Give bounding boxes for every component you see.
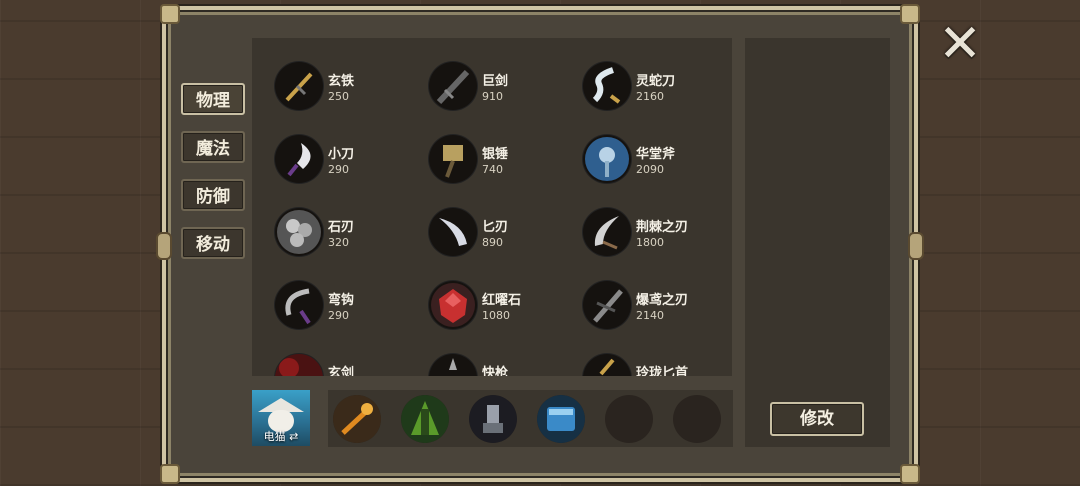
frame-corner	[160, 464, 180, 484]
close-button[interactable]: ✕	[936, 18, 984, 70]
frame-corner	[900, 464, 920, 484]
item-cost: 290	[328, 163, 349, 176]
hook-icon	[275, 281, 323, 329]
hero-avatar[interactable]: 电猫 ⇄	[252, 390, 310, 446]
empty-slot[interactable]	[605, 395, 653, 443]
item-cost: 1800	[636, 236, 664, 249]
item-name: 玄剑	[328, 366, 355, 376]
item-name: 华堂斧	[636, 147, 676, 162]
item-card[interactable]: 小刀 290	[252, 135, 402, 187]
item-name: 巨剑	[482, 74, 509, 89]
item-card[interactable]: 红曜石 1080	[406, 281, 556, 333]
frame-knob	[156, 232, 172, 260]
item-name: 银锤	[482, 147, 509, 162]
black-dagger-icon	[275, 62, 323, 110]
frame-corner	[900, 4, 920, 24]
item-cost: 2140	[636, 309, 664, 322]
tab-defense[interactable]: 防御	[181, 179, 245, 211]
tab-magic[interactable]: 魔法	[181, 131, 245, 163]
item-card[interactable]: 荆棘之刃 1800	[560, 208, 710, 260]
item-card[interactable]: 灵蛇刀 2160	[560, 62, 710, 114]
item-name: 红曜石	[482, 293, 522, 308]
steel-boots-icon[interactable]	[469, 395, 517, 443]
hero-name: 电猫 ⇄	[263, 430, 299, 443]
item-list[interactable]: 玄铁 250 巨剑 910 灵蛇刀 2160 小刀 290 银锤 740 华堂斧	[252, 38, 732, 376]
quick-spear-icon	[429, 354, 477, 376]
small-knife-icon	[275, 135, 323, 183]
stone-blade-icon	[275, 208, 323, 256]
item-cost: 320	[328, 236, 349, 249]
item-card[interactable]: 玄铁 250	[252, 62, 402, 114]
item-name: 荆棘之刃	[636, 220, 689, 235]
item-name: 石刃	[328, 220, 355, 235]
item-detail-panel	[745, 38, 890, 447]
item-cost: 910	[482, 90, 503, 103]
item-name: 玲珑匕首	[636, 366, 689, 376]
item-cost: 890	[482, 236, 503, 249]
item-cost: 1080	[482, 309, 510, 322]
item-card[interactable]: 玄剑	[252, 354, 402, 376]
green-cloak-icon[interactable]	[401, 395, 449, 443]
ornate-axe-icon	[583, 135, 631, 183]
thorn-blade-icon	[583, 208, 631, 256]
item-card[interactable]: 石刃 320	[252, 208, 402, 260]
item-card[interactable]: 匕刃 890	[406, 208, 556, 260]
item-cost: 2090	[636, 163, 664, 176]
item-name: 玄铁	[328, 74, 355, 89]
greatsword-icon	[429, 62, 477, 110]
item-card[interactable]: 玲珑匕首	[560, 354, 710, 376]
item-card[interactable]: 爆鸢之刃 2140	[560, 281, 710, 333]
item-name: 小刀	[328, 147, 355, 162]
dark-sword-icon	[275, 354, 323, 376]
frame-corner	[160, 4, 180, 24]
item-cost: 2160	[636, 90, 664, 103]
item-name: 快枪	[482, 366, 509, 376]
item-card[interactable]: 巨剑 910	[406, 62, 556, 114]
item-cost: 740	[482, 163, 503, 176]
serpent-blade-icon	[583, 62, 631, 110]
frame-knob	[908, 232, 924, 260]
item-card[interactable]: 银锤 740	[406, 135, 556, 187]
edit-button[interactable]: 修改	[770, 402, 864, 436]
tab-movement[interactable]: 移动	[181, 227, 245, 259]
fire-blade-icon[interactable]	[333, 395, 381, 443]
silver-hammer-icon	[429, 135, 477, 183]
item-card[interactable]: 弯钩 290	[252, 281, 402, 333]
item-card[interactable]: 快枪	[406, 354, 556, 376]
burst-blade-icon	[583, 281, 631, 329]
exquisite-dagger-icon	[583, 354, 631, 376]
curved-dagger-icon	[429, 208, 477, 256]
empty-slot[interactable]	[673, 395, 721, 443]
item-card[interactable]: 华堂斧 2090	[560, 135, 710, 187]
red-gem-icon	[429, 281, 477, 329]
item-cost: 250	[328, 90, 349, 103]
equipment-bar	[328, 390, 733, 447]
item-name: 爆鸢之刃	[636, 293, 689, 308]
item-cost: 290	[328, 309, 349, 322]
item-name: 弯钩	[328, 293, 355, 308]
item-name: 灵蛇刀	[636, 74, 676, 89]
blue-tome-icon[interactable]	[537, 395, 585, 443]
item-name: 匕刃	[482, 220, 509, 235]
tab-physical[interactable]: 物理	[181, 83, 245, 115]
